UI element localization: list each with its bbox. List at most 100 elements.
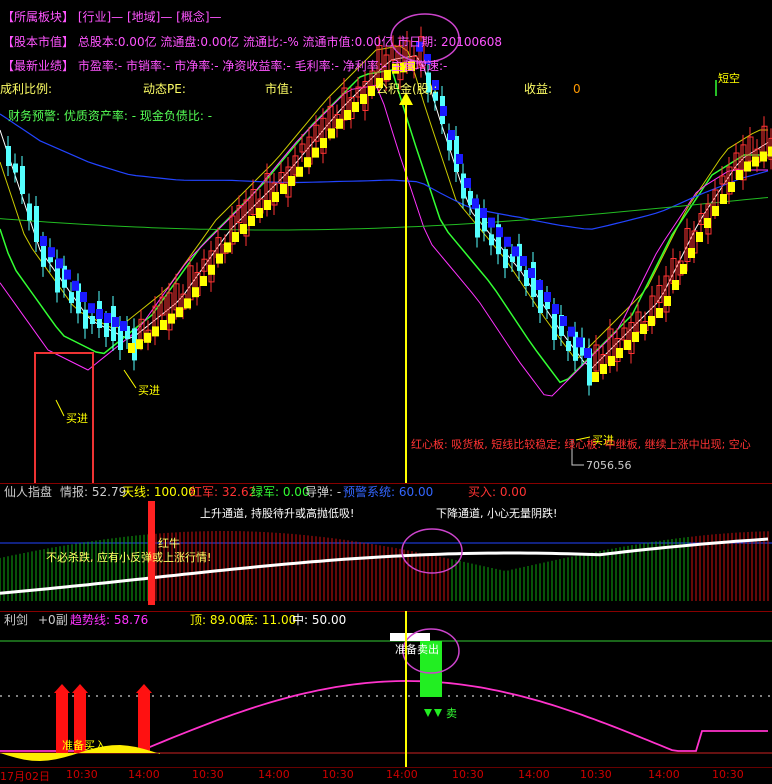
trend-block [600,364,607,374]
indicator-1-green: 绿军: 0.00 [251,485,310,499]
indicator-1-red: 红军: 32.62 [190,485,257,499]
candle-body [531,262,536,297]
trend-block [664,296,671,306]
time-label: 14:00 [258,768,290,781]
candle-body [90,316,95,324]
trend-block [456,154,463,164]
indicator-2-name[interactable]: 利剑 [4,613,28,627]
trend-block [280,184,287,194]
profit-ratio-label: 成利比例: [0,82,53,96]
downtrend-note: 下降通道, 小心无量阴跌! [436,507,558,520]
hold-note: 不必杀跌, 应有小反弹或上涨行情! [46,551,212,564]
trend-block [480,208,487,218]
trend-block [240,224,247,234]
trend-block [352,102,359,112]
indicator-2-chart [0,611,772,769]
highlight-box [34,352,94,483]
time-label: 14:00 [518,768,550,781]
trend-block [256,208,263,218]
finance-warning-line: 财务预警: 优质资产率: - 现金负债比: - [8,107,212,123]
trend-block [344,110,351,120]
trend-block [568,326,575,337]
up-arrow-icon [54,684,70,693]
trend-block [312,147,319,158]
trend-block [264,200,271,210]
trend-block [688,248,695,258]
candle-body [6,146,11,166]
short-label: 短空 [718,72,740,85]
trend-block [64,269,71,280]
trend-block [672,280,679,290]
trend-block [328,128,335,139]
ready-sell-label: 准备卖出 [395,643,439,656]
trend-block [728,182,735,192]
indicator-1-buy: 买入: 0.00 [468,485,527,499]
indicator-pane-1[interactable]: 仙人指盘 情报: 52.79 天线: 100.00 红军: 32.62 绿军: … [0,483,772,611]
trend-block [448,130,455,140]
trend-block [320,138,327,148]
time-label: 10:30 [322,768,354,781]
trend-block [744,161,751,172]
trend-block [168,313,175,324]
ready-buy-label: 准备买入 [62,739,106,752]
time-label: 10:30 [192,768,224,781]
candle-body [566,341,571,351]
trend-block [104,313,111,323]
indicator-2-mid: 中: 50.00 [292,613,347,627]
candle-body [20,166,25,194]
trend-block [624,340,631,350]
share-info-text: 【股本市值】 总股本:0.00亿 流通盘:0.00亿 流通比:-% 流通市值:0… [2,35,503,49]
performance-info-text: 【最新业绩】 市盈率:- 市销率:- 市净率:- 净资收益率:- 毛利率:- 净… [2,59,448,73]
trend-block [584,348,591,358]
trend-block [192,287,199,298]
dynamic-pe-label: 动态PE: [143,82,186,96]
time-label: 10:30 [66,768,98,781]
trend-block [520,256,527,266]
trend-block [120,321,127,331]
earnings-label: 收益: [524,82,553,96]
time-axis: 17月02日 10:30 14:00 10:30 14:00 10:30 14:00 10:3… [0,767,772,783]
trend-block [216,253,223,264]
sector-info-line: 【所属板块】 [行业]— [地域]— [概念]— [2,8,222,24]
trend-block [248,216,255,226]
candle-body [503,249,508,269]
price-chart-pane[interactable]: 【所属板块】 [行业]— [地域]— [概念]— 【股本市值】 总股本:0.00… [0,0,772,483]
indicator-1-info: 情报: 52.79 [60,485,127,499]
candle-body [104,321,109,337]
trend-block [232,232,239,242]
trend-block [752,156,759,167]
candle-body [34,206,39,242]
indicator-1-extra: 预警系统: 60.00 [343,485,434,499]
trend-block [128,343,135,353]
candle-body [13,163,18,173]
trend-block [592,372,599,382]
trend-block [560,316,567,326]
trend-block [512,246,519,257]
indicator-1-name[interactable]: 仙人指盘 [4,485,52,499]
buy-arrow-2 [123,369,137,389]
indicator-pane-2[interactable]: 利剑 +0副 趋势线: 58.76 顶: 89.00 底: 11.00 中: 5… [0,611,772,769]
time-label: 17月02日 [0,770,50,783]
trend-block [160,320,167,330]
trend-block [336,118,343,129]
uptrend-note: 上升通道, 持股待升或高抛低吸! [200,507,355,520]
trend-block [680,264,687,274]
trend-block [648,316,655,326]
trend-block [760,151,767,162]
down-arrow-icon [434,709,442,717]
trend-block [296,166,303,177]
candle-body [83,309,88,329]
trend-block [304,157,311,168]
indicator-1-sky: 天线: 100.00 [122,485,196,499]
trend-block [640,324,647,334]
indicator-2-trend: 趋势线: 58.76 [70,613,149,627]
trend-block [368,86,375,96]
buy-signal-bar [138,693,150,753]
sector-info-text: 【所属板块】 [行业]— [地域]— [概念]— [2,10,222,24]
candle-body [69,292,74,304]
ma-magenta-line [0,84,768,397]
trend-block [720,194,727,204]
hint-text: 红心板: 吸货板, 短线比较稳定; 绿心板: 中继板, 继续上涨中出现; 空心 [411,438,751,451]
trend-block [72,280,79,291]
indicator-2-pane: +0副 [38,613,68,627]
